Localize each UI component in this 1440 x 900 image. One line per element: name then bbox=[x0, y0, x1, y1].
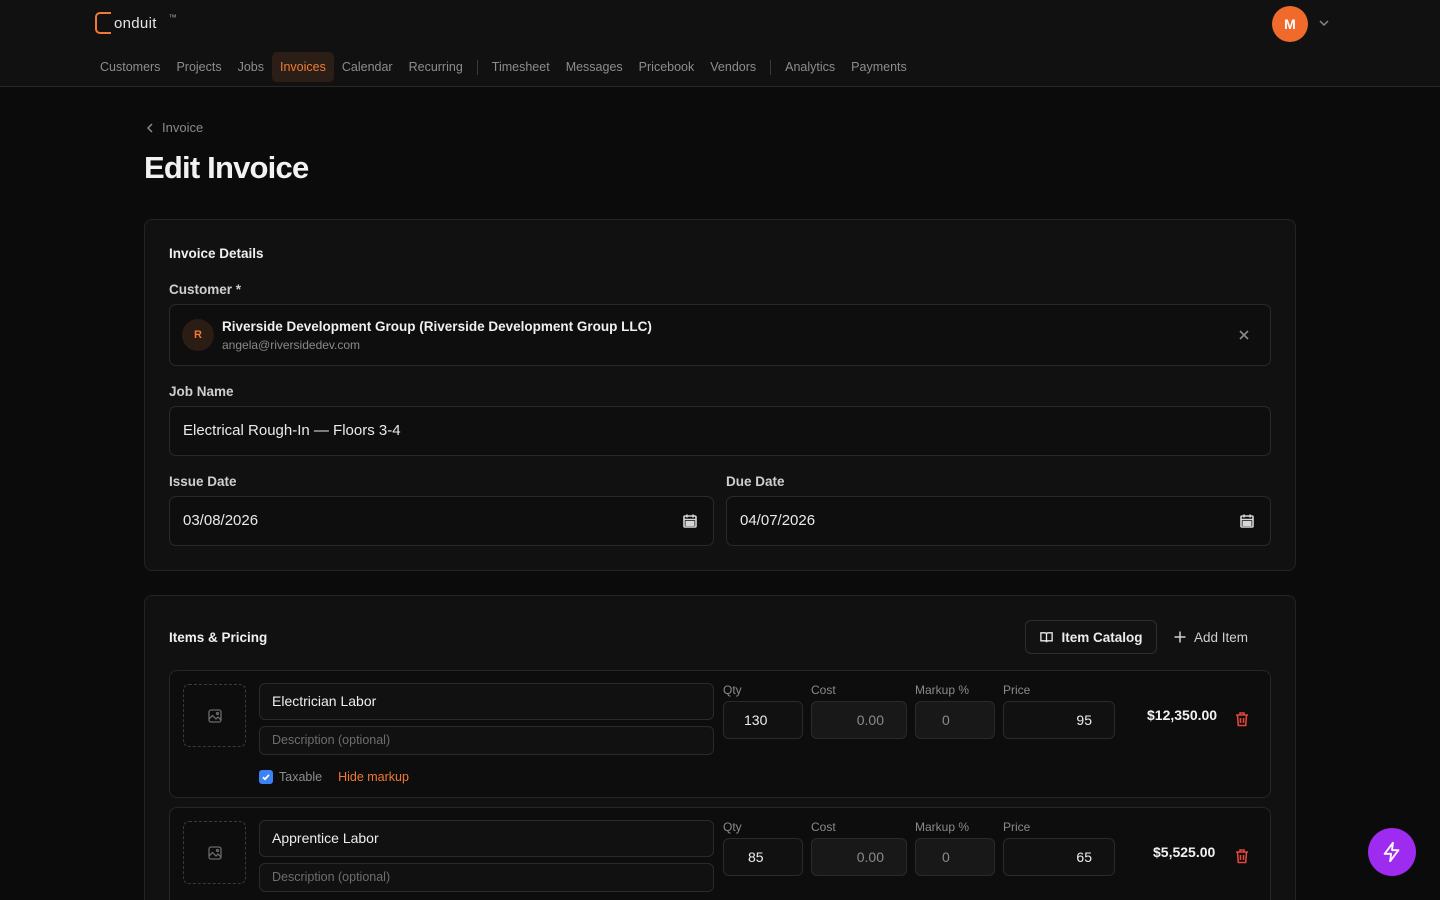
lightning-icon bbox=[1383, 841, 1400, 863]
items-pricing-title: Items & Pricing bbox=[169, 630, 268, 645]
item-image-upload[interactable] bbox=[183, 821, 246, 884]
item-description-input[interactable]: Description (optional) bbox=[259, 863, 714, 892]
trash-icon[interactable] bbox=[1233, 847, 1251, 865]
page-title: Edit Invoice bbox=[144, 150, 309, 185]
markup-label: Markup % bbox=[915, 683, 970, 697]
calendar-icon[interactable] bbox=[1238, 512, 1256, 530]
image-icon bbox=[207, 708, 222, 723]
price-label: Price bbox=[1003, 820, 1031, 834]
nav-divider bbox=[476, 59, 478, 75]
nav-invoices[interactable]: Invoices bbox=[272, 52, 334, 82]
item-row: Electrician Labor Description (optional)… bbox=[169, 670, 1271, 798]
logo-trademark: ™ bbox=[168, 12, 177, 22]
item-catalog-button[interactable]: Item Catalog bbox=[1025, 620, 1157, 654]
nav-divider bbox=[770, 59, 772, 75]
trash-icon[interactable] bbox=[1233, 710, 1251, 728]
calendar-icon[interactable] bbox=[681, 512, 699, 530]
items-pricing-card: Items & Pricing Item Catalog Add Item El… bbox=[144, 595, 1296, 900]
item-catalog-label: Item Catalog bbox=[1061, 629, 1143, 645]
item-name-input[interactable]: Apprentice Labor bbox=[259, 820, 714, 857]
logo-mark-icon bbox=[95, 12, 111, 34]
nav-projects[interactable]: Projects bbox=[168, 52, 229, 82]
nav-messages[interactable]: Messages bbox=[558, 52, 631, 82]
item-row: Apprentice Labor Description (optional) … bbox=[169, 807, 1271, 900]
image-icon bbox=[207, 845, 222, 860]
book-icon bbox=[1040, 631, 1054, 642]
nav-pricebook[interactable]: Pricebook bbox=[631, 52, 703, 82]
nav-payments[interactable]: Payments bbox=[843, 52, 915, 82]
nav-analytics[interactable]: Analytics bbox=[777, 52, 843, 82]
plus-icon bbox=[1174, 631, 1186, 643]
invoice-details-card: Invoice Details Customer * R Riverside D… bbox=[144, 219, 1296, 571]
nav-customers[interactable]: Customers bbox=[92, 52, 168, 82]
user-avatar[interactable]: M bbox=[1272, 6, 1308, 42]
markup-label: Markup % bbox=[915, 820, 970, 834]
breadcrumb[interactable]: Invoice bbox=[145, 120, 203, 135]
job-name-input[interactable]: Electrical Rough-In — Floors 3-4 bbox=[169, 406, 1271, 456]
line-total: $12,350.00 bbox=[1147, 707, 1218, 723]
qty-input[interactable]: 130 bbox=[723, 701, 803, 739]
add-item-button[interactable]: Add Item bbox=[1173, 620, 1248, 654]
add-item-label: Add Item bbox=[1194, 629, 1249, 645]
chevron-left-icon bbox=[146, 122, 153, 133]
customer-email: angela@riversidedev.com bbox=[222, 338, 361, 352]
item-description-input[interactable]: Description (optional) bbox=[259, 726, 714, 755]
qty-label: Qty bbox=[723, 683, 742, 697]
issue-date-value: 03/08/2026 bbox=[183, 512, 259, 529]
item-name-input[interactable]: Electrician Labor bbox=[259, 683, 714, 720]
job-name-value: Electrical Rough-In — Floors 3-4 bbox=[183, 422, 401, 439]
logo-text: onduit bbox=[114, 14, 157, 32]
cost-input[interactable]: 0.00 bbox=[811, 701, 907, 739]
taxable-row: Taxable Hide markup bbox=[259, 770, 409, 784]
nav-recurring[interactable]: Recurring bbox=[401, 52, 471, 82]
qty-input[interactable]: 85 bbox=[723, 838, 803, 876]
breadcrumb-label: Invoice bbox=[162, 120, 204, 135]
issue-date-label: Issue Date bbox=[169, 474, 237, 489]
markup-input[interactable]: 0 bbox=[915, 701, 995, 739]
issue-date-input[interactable]: 03/08/2026 bbox=[169, 496, 714, 546]
chevron-down-icon[interactable] bbox=[1317, 16, 1331, 30]
due-date-input[interactable]: 04/07/2026 bbox=[726, 496, 1271, 546]
nav-calendar[interactable]: Calendar bbox=[334, 52, 401, 82]
cost-label: Cost bbox=[811, 820, 836, 834]
markup-input[interactable]: 0 bbox=[915, 838, 995, 876]
price-input[interactable]: 65 bbox=[1003, 838, 1115, 876]
line-total: $5,525.00 bbox=[1153, 844, 1216, 860]
due-date-label: Due Date bbox=[726, 474, 785, 489]
price-label: Price bbox=[1003, 683, 1031, 697]
price-input[interactable]: 95 bbox=[1003, 701, 1115, 739]
main-nav: Customers Projects Jobs Invoices Calenda… bbox=[92, 52, 915, 82]
nav-jobs[interactable]: Jobs bbox=[230, 52, 272, 82]
job-name-label: Job Name bbox=[169, 384, 234, 399]
cost-input[interactable]: 0.00 bbox=[811, 838, 907, 876]
taxable-checkbox[interactable] bbox=[259, 770, 273, 784]
quick-action-button[interactable] bbox=[1368, 828, 1416, 876]
due-date-value: 04/07/2026 bbox=[740, 512, 816, 529]
taxable-label: Taxable bbox=[279, 770, 323, 784]
qty-label: Qty bbox=[723, 820, 742, 834]
close-icon[interactable] bbox=[1236, 327, 1252, 343]
nav-timesheet[interactable]: Timesheet bbox=[484, 52, 558, 82]
customer-label: Customer * bbox=[169, 282, 242, 297]
check-icon bbox=[262, 774, 270, 781]
customer-name: Riverside Development Group (Riverside D… bbox=[222, 319, 652, 334]
hide-markup-link[interactable]: Hide markup bbox=[338, 770, 409, 784]
nav-vendors[interactable]: Vendors bbox=[702, 52, 764, 82]
item-image-upload[interactable] bbox=[183, 684, 246, 747]
invoice-details-title: Invoice Details bbox=[169, 246, 264, 261]
logo[interactable]: onduit ™ bbox=[95, 12, 177, 34]
customer-avatar: R bbox=[182, 319, 214, 351]
customer-select[interactable]: R Riverside Development Group (Riverside… bbox=[169, 304, 1271, 366]
top-bar: onduit ™ M Customers Projects Jobs Invoi… bbox=[0, 0, 1440, 87]
cost-label: Cost bbox=[811, 683, 836, 697]
